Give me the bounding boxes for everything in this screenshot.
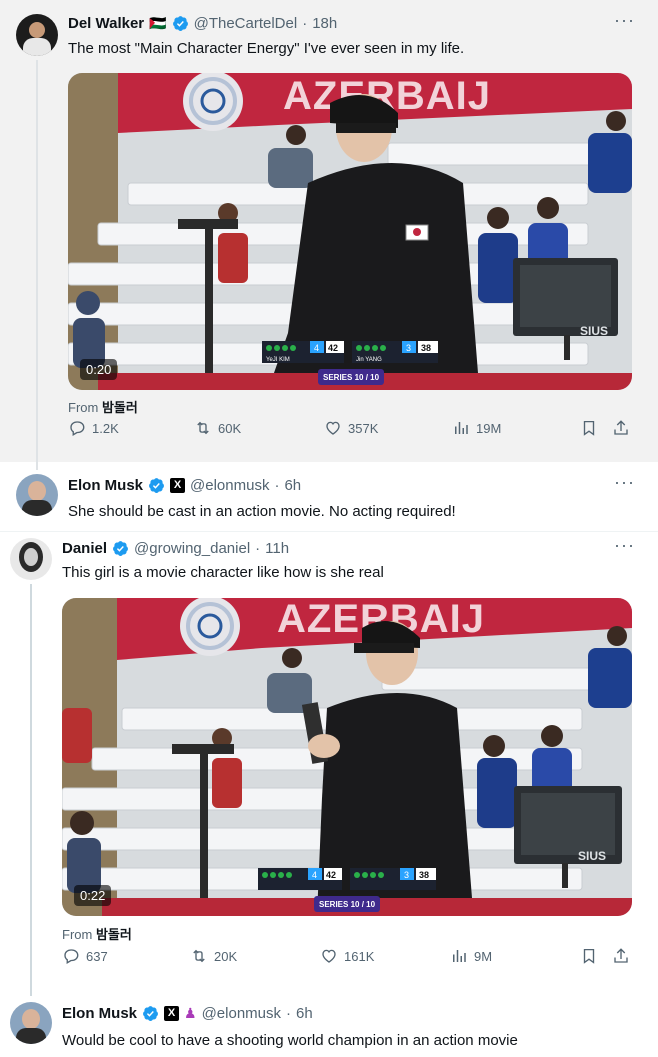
reply-button[interactable]: 1.2K <box>68 419 119 437</box>
svg-text:YeJI KIM: YeJI KIM <box>266 357 290 363</box>
reply-count: 1.2K <box>92 420 119 436</box>
svg-text:Jin YANG: Jin YANG <box>356 357 382 363</box>
svg-text:3: 3 <box>404 870 409 880</box>
timestamp[interactable]: 6h <box>284 477 301 494</box>
timestamp[interactable]: 18h <box>312 15 337 32</box>
sius-label: SIUS <box>578 849 606 863</box>
author-name[interactable]: Del Walker <box>68 15 144 32</box>
video-duration: 0:22 <box>74 885 112 906</box>
divider <box>0 531 658 532</box>
svg-text:38: 38 <box>419 870 429 880</box>
video-player[interactable]: AZERBAIJ SIUS <box>62 598 632 916</box>
repost-count: 20K <box>214 948 238 964</box>
timestamp[interactable]: 11h <box>265 540 289 557</box>
more-icon[interactable]: ··· <box>614 10 635 31</box>
x-affiliate-icon: X <box>170 478 186 493</box>
share-button[interactable] <box>612 419 630 437</box>
author-handle[interactable]: @TheCartelDel <box>194 15 298 32</box>
like-icon <box>320 947 338 965</box>
repost-button[interactable]: 20K <box>190 947 237 965</box>
video-frame: AZERBAIJ SIUS <box>68 73 632 390</box>
bookmark-button[interactable] <box>580 947 598 965</box>
sius-label: SIUS <box>580 324 608 338</box>
views-button[interactable]: 19M <box>452 419 501 437</box>
bookmark-button[interactable] <box>580 419 598 437</box>
series-label: SERIES 10 / 10 <box>323 373 380 382</box>
like-count: 161K <box>344 948 375 964</box>
share-icon <box>612 419 630 437</box>
avatar[interactable] <box>16 474 58 516</box>
bookmark-icon <box>580 947 598 965</box>
avatar[interactable] <box>16 14 58 56</box>
repost-count: 60K <box>218 420 242 436</box>
share-icon <box>612 947 630 965</box>
repost-icon <box>190 947 208 965</box>
svg-text:42: 42 <box>326 870 336 880</box>
tweet-text: The most "Main Character Energy" I've ev… <box>68 40 465 57</box>
video-frame: AZERBAIJ SIUS <box>62 598 632 916</box>
verified-icon <box>142 1005 159 1022</box>
bookmark-icon <box>580 419 598 437</box>
views-icon <box>452 419 470 437</box>
svg-text:4: 4 <box>312 870 317 880</box>
tweet-text: She should be cast in an action movie. N… <box>68 503 456 520</box>
verified-icon <box>112 540 129 557</box>
views-count: 9M <box>474 948 493 964</box>
reply-button[interactable]: 637 <box>62 947 108 965</box>
pride-figure-icon: ♟ <box>184 1005 197 1021</box>
like-count: 357K <box>348 420 379 436</box>
from-source-link[interactable]: 밤돌러 <box>102 400 138 415</box>
tweet-header: Del Walker 🇵🇸 @TheCartelDel · 18h <box>68 15 338 32</box>
tweet-header: Elon Musk X @elonmusk · 6h <box>68 477 302 494</box>
svg-text:3: 3 <box>406 343 411 353</box>
more-icon[interactable]: ··· <box>614 472 635 493</box>
reply-icon <box>68 419 86 437</box>
svg-text:38: 38 <box>421 343 431 353</box>
thread-line <box>36 60 38 470</box>
like-button[interactable]: 357K <box>324 419 378 437</box>
author-name[interactable]: Elon Musk <box>68 477 143 494</box>
x-affiliate-icon: X <box>164 1006 180 1021</box>
svg-text:4: 4 <box>314 343 319 353</box>
reply-count: 637 <box>86 948 108 964</box>
flag-icon: 🇵🇸 <box>149 15 167 31</box>
like-icon <box>324 419 342 437</box>
views-button[interactable]: 9M <box>450 947 492 965</box>
author-name[interactable]: Daniel <box>62 540 107 557</box>
verified-icon <box>148 477 165 494</box>
share-button[interactable] <box>612 947 630 965</box>
tweet-text: Would be cool to have a shooting world c… <box>62 1032 518 1049</box>
author-handle[interactable]: @growing_daniel <box>134 540 250 557</box>
more-icon[interactable]: ··· <box>614 535 635 556</box>
author-handle[interactable]: @elonmusk <box>190 477 269 494</box>
from-attribution: From 밤돌러 <box>62 927 132 942</box>
avatar[interactable] <box>10 1002 52 1044</box>
reply-icon <box>62 947 80 965</box>
repost-icon <box>194 419 212 437</box>
video-player[interactable]: AZERBAIJ SIUS <box>68 73 632 390</box>
tweet-text: This girl is a movie character like how … <box>62 564 384 581</box>
author-name[interactable]: Elon Musk <box>62 1005 137 1022</box>
verified-icon <box>172 15 189 32</box>
timestamp[interactable]: 6h <box>296 1005 313 1022</box>
from-source-link[interactable]: 밤돌러 <box>96 927 132 942</box>
series-label: SERIES 10 / 10 <box>319 900 376 909</box>
author-handle[interactable]: @elonmusk <box>202 1005 281 1022</box>
svg-text:42: 42 <box>328 343 338 353</box>
like-button[interactable]: 161K <box>320 947 374 965</box>
repost-button[interactable]: 60K <box>194 419 241 437</box>
tweet-header: Elon Musk X ♟ @elonmusk · 6h <box>62 1005 313 1022</box>
views-icon <box>450 947 468 965</box>
from-attribution: From 밤돌러 <box>68 400 138 415</box>
thread-line <box>30 584 32 996</box>
tweet-header: Daniel @growing_daniel · 11h <box>62 540 290 557</box>
avatar[interactable] <box>10 538 52 580</box>
video-duration: 0:20 <box>80 359 118 380</box>
views-count: 19M <box>476 420 502 436</box>
